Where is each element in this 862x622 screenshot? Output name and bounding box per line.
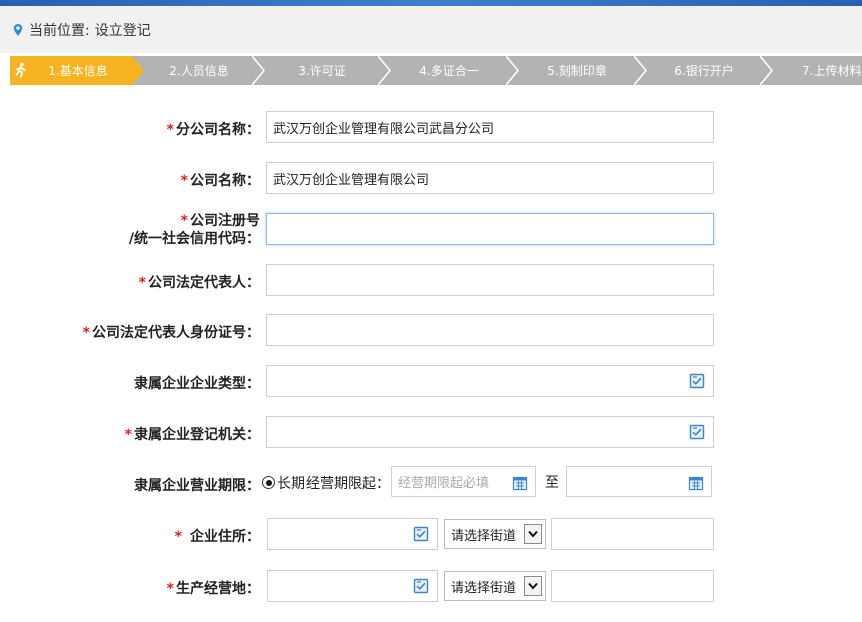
step-2-personnel-info[interactable]: 2.人员信息 [146,56,252,85]
address-label: 企业住所： [190,529,260,545]
step-separator [506,56,520,85]
required-mark: * [82,325,90,341]
long-term-option[interactable]: 长期 [262,473,305,493]
parent-company-type-input[interactable] [266,365,714,397]
required-mark: * [166,581,174,597]
registration-number-input[interactable] [266,213,714,245]
reg-no-label-line1: 公司注册号 [190,213,260,229]
step-5-seal[interactable]: 5.刻制印章 [520,56,634,85]
term-start-label: 经营期限起： [306,476,390,492]
breadcrumb: 当前位置: 设立登记 [0,6,862,53]
legal-rep-label: 公司法定代表人： [148,275,260,291]
step-separator [634,56,648,85]
required-mark: * [166,122,174,138]
select-list-icon[interactable] [413,526,429,542]
calendar-icon[interactable] [688,475,704,491]
step-6-bank-account[interactable]: 6.银行开户 [648,56,760,85]
reg-no-label-line2: /统一社会信用代码： [128,231,260,247]
business-place-street-select[interactable]: 请选择街道 [444,571,546,601]
step-4-multi-cert[interactable]: 4.多证合一 [392,56,506,85]
required-mark: * [180,213,188,229]
legal-rep-id-input[interactable] [266,314,714,346]
parent-term-label: 隶属企业营业期限： [134,478,260,494]
company-name-label: 公司名称： [190,173,260,189]
address-region-input[interactable] [267,518,438,550]
business-place-region-input[interactable] [267,570,438,602]
legal-rep-id-label: 公司法定代表人身份证号： [92,325,260,341]
select-list-icon[interactable] [413,578,429,594]
breadcrumb-current: 设立登记 [94,22,151,39]
chevron-down-icon [524,576,542,596]
legal-representative-input[interactable] [266,264,714,296]
select-list-icon[interactable] [689,373,705,389]
term-start-date-input[interactable]: 经营期限起必填 [391,466,536,497]
required-mark: * [124,427,132,443]
step-separator [760,56,774,85]
required-mark: * [174,529,182,545]
business-place-detail-input[interactable] [551,570,714,602]
required-mark: * [138,275,146,291]
parent-authority-label: 隶属企业登记机关： [134,427,260,443]
parent-authority-input[interactable] [266,416,714,448]
branch-name-label: 分公司名称： [176,122,260,138]
location-pin-icon [13,23,23,36]
select-list-icon[interactable] [689,424,705,440]
to-label: 至 [545,475,559,491]
address-detail-input[interactable] [551,518,714,550]
breadcrumb-prefix: 当前位置: [29,22,90,39]
step-progress-bar: 1.基本信息 2.人员信息 3.许可证 4.多证合一 5.刻制印章 6.银行开户… [10,56,862,85]
branch-name-input[interactable]: 武汉万创企业管理有限公司武昌分公司 [266,111,714,143]
step-separator [252,56,266,85]
chevron-down-icon [524,524,542,544]
step-3-license[interactable]: 3.许可证 [266,56,378,85]
parent-type-label: 隶属企业企业类型： [134,376,260,392]
long-term-radio[interactable] [262,476,275,489]
term-end-date-input[interactable] [566,466,712,497]
runner-icon [15,62,26,78]
required-mark: * [180,173,188,189]
step-separator [378,56,392,85]
business-place-label: 生产经营地： [176,581,260,597]
step-7-upload-materials[interactable]: 7.上传材料 [774,56,862,85]
address-street-select[interactable]: 请选择街道 [444,519,546,549]
calendar-icon[interactable] [512,475,528,491]
step-separator [132,56,146,85]
step-1-basic-info[interactable]: 1.基本信息 [10,56,132,85]
company-name-input[interactable]: 武汉万创企业管理有限公司 [266,162,714,194]
